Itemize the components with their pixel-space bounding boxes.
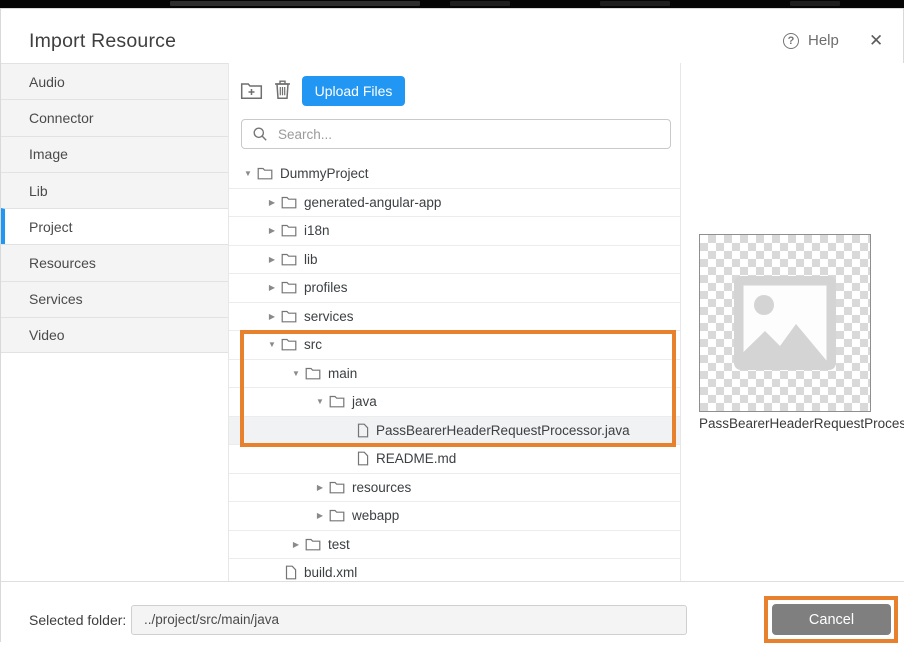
tree-row-services[interactable]: ▶ services — [229, 303, 681, 332]
sidebar-item-project[interactable]: Project — [1, 208, 228, 244]
sidebar-item-label: Project — [29, 219, 73, 235]
collapse-arrow-icon[interactable]: ▼ — [313, 397, 327, 406]
selected-folder-label: Selected folder: — [29, 612, 126, 628]
tree-row-readme-md[interactable]: README.md — [229, 445, 681, 474]
tree-row-label: lib — [304, 252, 318, 267]
background-app-strip — [0, 0, 904, 8]
tree-row-label: resources — [352, 480, 411, 495]
dialog-title: Import Resource — [29, 30, 176, 53]
search-box — [241, 119, 671, 149]
folder-icon — [305, 367, 321, 380]
expand-arrow-icon[interactable]: ▶ — [289, 540, 303, 549]
folder-icon — [281, 224, 297, 237]
tree-row-profiles[interactable]: ▶ profiles — [229, 274, 681, 303]
tree-row-label: services — [304, 309, 354, 324]
folder-icon — [257, 167, 273, 180]
sidebar-item-label: Lib — [29, 183, 48, 199]
sidebar-item-video[interactable]: Video — [1, 317, 228, 353]
background-text-remnant — [170, 1, 420, 6]
search-input[interactable] — [276, 126, 670, 143]
expand-arrow-icon[interactable]: ▶ — [313, 483, 327, 492]
new-folder-button[interactable] — [240, 81, 263, 100]
delete-button[interactable] — [274, 79, 291, 100]
trash-icon — [274, 79, 291, 100]
question-circle-icon: ? — [783, 33, 799, 49]
expand-arrow-icon[interactable]: ▶ — [313, 511, 327, 520]
preview-thumbnail — [699, 234, 871, 412]
expand-arrow-icon[interactable]: ▶ — [265, 226, 279, 235]
tree-row-test[interactable]: ▶ test — [229, 531, 681, 560]
file-tree: ▼ DummyProject ▶ generated-angular-app ▶ i18n… — [229, 160, 681, 588]
sidebar-item-label: Resources — [29, 255, 96, 271]
collapse-arrow-icon[interactable]: ▼ — [289, 369, 303, 378]
selected-folder-path: ../project/src/main/java — [131, 605, 687, 635]
tree-row-label: webapp — [352, 508, 399, 523]
sidebar-item-label: Connector — [29, 110, 94, 126]
folder-icon — [329, 395, 345, 408]
tree-row-label: DummyProject — [280, 166, 369, 181]
tree-row-label: build.xml — [304, 565, 357, 580]
sidebar-item-image[interactable]: Image — [1, 136, 228, 172]
sidebar-item-services[interactable]: Services — [1, 281, 228, 317]
sidebar-item-resources[interactable]: Resources — [1, 244, 228, 280]
image-placeholder-icon — [734, 276, 836, 370]
import-resource-dialog: Import Resource ? Help ✕ Audio Connector I… — [0, 8, 904, 642]
cancel-button[interactable]: Cancel — [772, 604, 891, 635]
tree-row-label: java — [352, 394, 377, 409]
preview-filename: PassBearerHeaderRequestProcess — [699, 416, 904, 431]
background-text-remnant — [790, 1, 840, 6]
sidebar-item-label: Image — [29, 146, 68, 162]
help-label: Help — [808, 32, 839, 49]
folder-icon — [329, 509, 345, 522]
tree-row-label: README.md — [376, 451, 456, 466]
tree-row-webapp[interactable]: ▶ webapp — [229, 502, 681, 531]
sidebar-item-connector[interactable]: Connector — [1, 99, 228, 135]
tree-row-generated-angular-app[interactable]: ▶ generated-angular-app — [229, 189, 681, 218]
expand-arrow-icon[interactable]: ▶ — [265, 198, 279, 207]
tree-row-java[interactable]: ▼ java — [229, 388, 681, 417]
expand-arrow-icon[interactable]: ▶ — [265, 255, 279, 264]
help-button[interactable]: ? Help — [783, 32, 839, 49]
expand-arrow-icon[interactable]: ▶ — [265, 283, 279, 292]
folder-icon — [281, 281, 297, 294]
tree-row-label: main — [328, 366, 357, 381]
expand-arrow-icon[interactable]: ▶ — [265, 312, 279, 321]
tree-row-label: PassBearerHeaderRequestProcessor.java — [376, 423, 630, 438]
tree-row-passbearerheaderrequestprocessor-java[interactable]: PassBearerHeaderRequestProcessor.java — [229, 417, 681, 446]
folder-plus-icon — [240, 81, 263, 100]
tree-row-main[interactable]: ▼ main — [229, 360, 681, 389]
close-icon[interactable]: ✕ — [865, 29, 887, 53]
sidebar-item-label: Services — [29, 291, 83, 307]
tree-row-label: generated-angular-app — [304, 195, 441, 210]
sidebar-item-label: Video — [29, 327, 65, 343]
folder-icon — [281, 253, 297, 266]
tree-row-label: test — [328, 537, 350, 552]
folder-icon — [329, 481, 345, 494]
collapse-arrow-icon[interactable]: ▼ — [265, 340, 279, 349]
search-icon — [252, 126, 268, 142]
tree-row-dummyproject[interactable]: ▼ DummyProject — [229, 160, 681, 189]
folder-icon — [281, 310, 297, 323]
file-icon — [357, 451, 369, 466]
tree-row-label: profiles — [304, 280, 348, 295]
folder-icon — [305, 538, 321, 551]
background-text-remnant — [450, 1, 510, 6]
folder-icon — [281, 338, 297, 351]
tree-row-resources[interactable]: ▶ resources — [229, 474, 681, 503]
file-icon — [357, 423, 369, 438]
tree-row-src[interactable]: ▼ src — [229, 331, 681, 360]
sidebar-item-audio[interactable]: Audio — [1, 63, 228, 99]
collapse-arrow-icon[interactable]: ▼ — [241, 169, 255, 178]
tree-row-i18n[interactable]: ▶ i18n — [229, 217, 681, 246]
sidebar-item-lib[interactable]: Lib — [1, 172, 228, 208]
sidebar-item-label: Audio — [29, 74, 65, 90]
tree-row-label: src — [304, 337, 322, 352]
background-text-remnant — [600, 1, 670, 6]
upload-files-button[interactable]: Upload Files — [302, 76, 405, 106]
category-sidebar: Audio Connector Image Lib Project Resources Se… — [1, 63, 229, 581]
file-icon — [285, 565, 297, 580]
tree-row-lib[interactable]: ▶ lib — [229, 246, 681, 275]
folder-icon — [281, 196, 297, 209]
tree-row-label: i18n — [304, 223, 330, 238]
